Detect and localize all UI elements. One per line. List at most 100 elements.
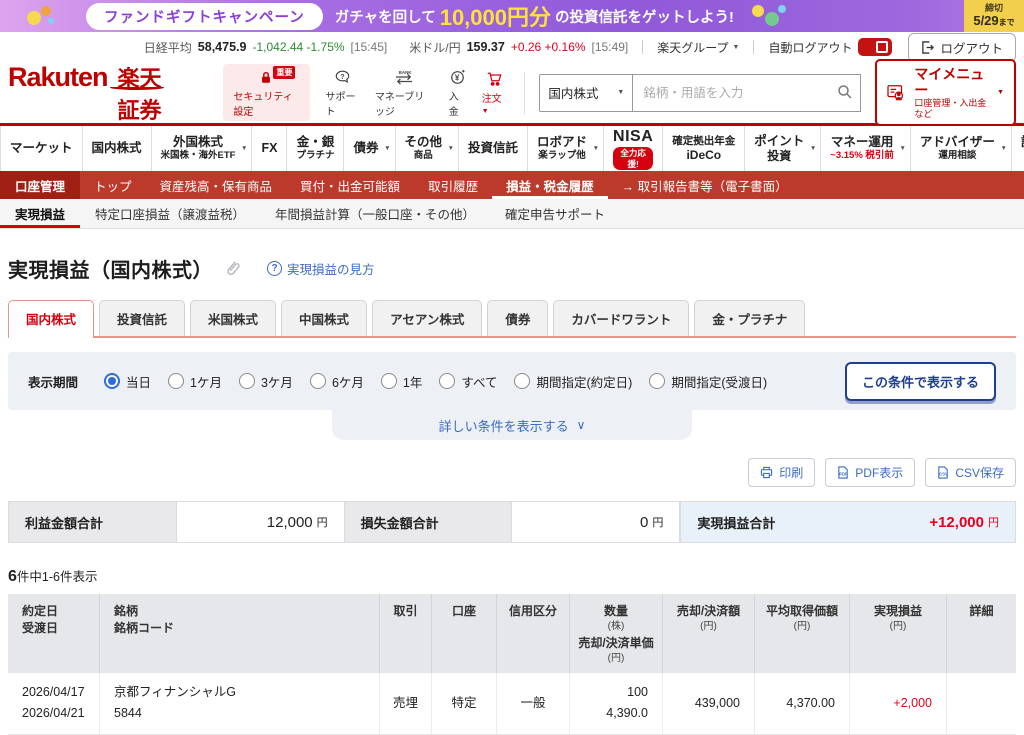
period-radio-range-settle-date[interactable]: 期間指定(受渡日) (649, 372, 767, 391)
chevron-down-icon: ▼ (997, 89, 1004, 96)
account-nav-top[interactable]: トップ (80, 171, 146, 199)
rakuten-securities-logo[interactable]: Rakuten 楽天証券 (8, 61, 181, 125)
page-title: 実現損益（国内株式） (8, 254, 213, 283)
table-row[interactable]: 2026/04/172026/04/21 京都フィナンシャルG5844 売埋 特… (8, 673, 1016, 735)
radio-icon (168, 373, 184, 389)
radio-icon (381, 373, 397, 389)
nav-item-fx[interactable]: FX (252, 126, 287, 171)
security-settings-link[interactable]: 重要 セキュリティ設定 (223, 64, 309, 121)
search-input[interactable] (633, 74, 861, 112)
campaign-deadline: 締切 5/29まで (964, 0, 1024, 32)
account-nav-assets[interactable]: 資産残高・保有商品 (146, 171, 287, 199)
period-radio-range-trade-date[interactable]: 期間指定(約定日) (514, 372, 632, 391)
usdjpy-change: +0.26 +0.16% (511, 40, 586, 54)
nav-item-nisa[interactable]: NISA全力応援! (604, 126, 663, 171)
print-button[interactable]: 印刷 (748, 458, 815, 487)
radio-icon (439, 373, 455, 389)
order-link[interactable]: 注文 ▼ (482, 70, 507, 116)
nav-item-advisor[interactable]: アドバイザー運用相談 (911, 126, 1012, 171)
tab-china-stock[interactable]: 中国株式 (281, 300, 367, 336)
cell-trade-type: 売埋 (380, 673, 432, 734)
pdf-file-icon: PDF (837, 466, 849, 479)
cell-amount: 439,000 (663, 673, 755, 734)
account-management-nav: 口座管理 トップ 資産残高・保有商品 買付・出金可能額 取引履歴 損益・税金履歴… (0, 171, 1024, 199)
nav-item-investment-trust[interactable]: 投資信託 (459, 126, 528, 171)
auto-logout-toggle[interactable] (858, 38, 892, 56)
tab-gold-platinum[interactable]: 金・プラチナ (694, 300, 805, 336)
period-radio-3months[interactable]: 3ケ月 (239, 372, 293, 391)
quick-links: 重要 セキュリティ設定 ? サポート BANK マネーブリッジ ¥ 入金 (223, 64, 506, 121)
profit-total-value: 12,000円 (176, 502, 345, 542)
nikkei-value: 58,475.9 (198, 40, 247, 54)
help-link[interactable]: ? 実現損益の見方 (267, 259, 375, 278)
table-header: 約定日受渡日 銘柄銘柄コード 取引 口座 信用区分 数量(株)売却/決済単価(円… (8, 594, 1016, 673)
search-category-select[interactable]: 国内株式 ▼ (539, 74, 633, 112)
tab-covered-warrant[interactable]: カバードワラント (553, 300, 689, 336)
nav-item-securities-loan[interactable]: 証券担保ローン (1012, 126, 1024, 171)
usdjpy-label: 米ドル/円 (409, 39, 460, 56)
nav-item-market[interactable]: マーケット (0, 126, 83, 171)
cell-quantity: 1004,390.0 (570, 673, 663, 734)
apply-filter-button[interactable]: この条件で表示する (845, 362, 996, 401)
deposit-link[interactable]: ¥ 入金 (449, 68, 466, 118)
nav-item-foreign-stock[interactable]: 外国株式米国株・海外ETF (152, 126, 253, 171)
tab-bonds[interactable]: 債券 (487, 300, 548, 336)
stock-search: 国内株式 ▼ (539, 74, 861, 112)
svg-text:BANK: BANK (398, 69, 412, 74)
tab-us-stock[interactable]: 米国株式 (190, 300, 276, 336)
account-nav-buying-power[interactable]: 買付・出金可能額 (286, 171, 414, 199)
campaign-banner[interactable]: ファンドギフトキャンペーン ガチャを回して 10,000円分 の投資信託をゲット… (0, 0, 1024, 32)
nav-item-point-investment[interactable]: ポイント投資 (745, 126, 821, 171)
cart-icon (486, 70, 503, 88)
detail-conditions-toggle[interactable]: 詳しい条件を表示する ∨ (332, 410, 692, 440)
account-management-label[interactable]: 口座管理 (0, 171, 80, 199)
paperclip-icon[interactable] (225, 260, 241, 278)
subnav-realized-pl[interactable]: 実現損益 (0, 199, 80, 228)
tab-asean-stock[interactable]: アセアン株式 (372, 300, 482, 336)
period-radio-today[interactable]: 当日 (104, 372, 151, 391)
nav-item-roboad[interactable]: ロボアド楽ラップ他 (528, 126, 604, 171)
loss-total-label: 損失金額合計 (345, 502, 512, 542)
account-nav-pl-tax-history[interactable]: 損益・税金履歴 (492, 171, 608, 199)
nav-item-ideco[interactable]: 確定拠出年金iDeCo (663, 126, 745, 171)
question-circle-icon: ? (267, 261, 282, 276)
money-bridge-link[interactable]: BANK マネーブリッジ (375, 68, 433, 118)
pdf-view-button[interactable]: PDF PDF表示 (825, 458, 915, 487)
rakuten-group-menu[interactable]: 楽天グループ ▼ (657, 39, 739, 56)
tab-investment-trust[interactable]: 投資信託 (99, 300, 185, 336)
cell-realized-pl: +2,000 (850, 673, 947, 734)
display-period-filter: 表示期間 当日 1ケ月 3ケ月 6ケ月 1年 すべて 期間指定(約定日) 期間指… (8, 352, 1016, 410)
svg-text:¥: ¥ (455, 73, 460, 82)
lock-icon: 重要 (259, 68, 273, 86)
cell-dates: 2026/04/172026/04/21 (8, 673, 100, 734)
subnav-tax-return-support[interactable]: 確定申告サポート (490, 199, 620, 228)
account-nav-trade-history[interactable]: 取引履歴 (414, 171, 492, 199)
support-link[interactable]: ? サポート (326, 68, 359, 118)
period-radio-all[interactable]: すべて (439, 372, 497, 391)
nav-item-other-products[interactable]: その他商品 (396, 126, 460, 171)
radio-icon (649, 373, 665, 389)
subnav-specific-account-pl[interactable]: 特定口座損益（譲渡益税） (80, 199, 260, 228)
period-radio-6months[interactable]: 6ケ月 (310, 372, 364, 391)
nav-item-bonds[interactable]: 債券 (344, 126, 395, 171)
chevron-down-icon: ∨ (577, 418, 586, 432)
nav-item-money-management[interactable]: マネー運用~3.15% 税引前 (821, 126, 911, 171)
subnav-annual-pl[interactable]: 年間損益計算（一般口座・その他） (260, 199, 490, 228)
nav-item-domestic-stock[interactable]: 国内株式 (83, 126, 152, 171)
csv-save-button[interactable]: CSV CSV保存 (925, 458, 1016, 487)
period-radio-1year[interactable]: 1年 (381, 372, 422, 391)
usdjpy-time: [15:49] (592, 40, 629, 54)
my-menu-button[interactable]: マイメニュー 口座管理・入出金など ▼ (875, 59, 1016, 126)
important-badge: 重要 (273, 66, 295, 79)
period-radio-1month[interactable]: 1ケ月 (168, 372, 222, 391)
pl-sub-nav: 実現損益 特定口座損益（譲渡益税） 年間損益計算（一般口座・その他） 確定申告サ… (0, 199, 1024, 229)
realized-pl-total-label: 実現損益合計 (680, 502, 848, 542)
nikkei-change: -1,042.44 -1.75% (252, 40, 344, 54)
realized-pl-table: 約定日受渡日 銘柄銘柄コード 取引 口座 信用区分 数量(株)売却/決済単価(円… (8, 594, 1016, 735)
tab-domestic-stock[interactable]: 国内株式 (8, 300, 94, 336)
auto-logout-label: 自動ログアウト (768, 39, 852, 56)
nav-item-gold-platinum[interactable]: 金・銀プラチナ (287, 126, 344, 171)
logout-button[interactable]: ログアウト (908, 33, 1016, 62)
search-icon[interactable] (837, 84, 853, 100)
account-nav-reports[interactable]: → 取引報告書等（電子書面） (608, 171, 802, 199)
